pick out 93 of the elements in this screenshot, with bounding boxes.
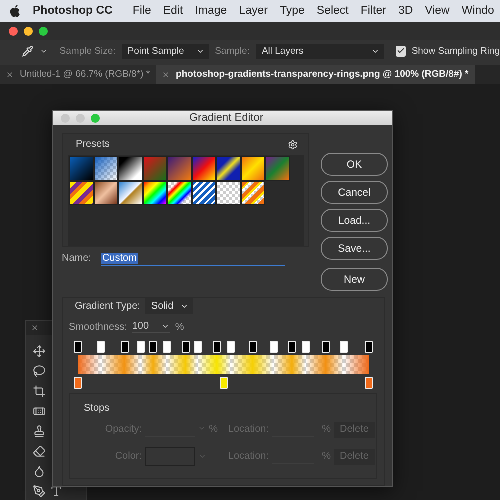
gradient-swatch[interactable]: [94, 156, 118, 180]
opacity-stop[interactable]: [213, 341, 222, 353]
gradient-swatch[interactable]: [216, 156, 240, 180]
gradient-type-select[interactable]: Solid: [145, 298, 193, 314]
opacity-stop[interactable]: [340, 341, 348, 353]
opacity-stop[interactable]: [322, 341, 330, 353]
sample-label: Sample:: [215, 46, 250, 56]
opacity-stop[interactable]: [97, 341, 106, 353]
document-tab[interactable]: Untitled-1 @ 66.7% (RGB/8*) *: [0, 65, 156, 84]
dialog-button[interactable]: Load...: [321, 209, 388, 232]
gradient-swatch[interactable]: [240, 156, 265, 180]
gradient-swatch[interactable]: [142, 180, 167, 205]
gradient-swatch[interactable]: [167, 156, 192, 180]
smoothness-input[interactable]: 100: [132, 321, 170, 333]
text-tool-icon[interactable]: [50, 485, 63, 498]
color-stop[interactable]: [365, 377, 373, 389]
crop-tool-icon[interactable]: [33, 385, 46, 398]
gradient-swatch[interactable]: [192, 180, 216, 205]
percent-label: %: [321, 451, 331, 462]
opacity-stop[interactable]: [194, 341, 202, 353]
gradient-swatch[interactable]: [240, 180, 265, 205]
apple-icon[interactable]: [10, 4, 21, 18]
dialog-button[interactable]: Save...: [321, 237, 388, 260]
sample-size-select[interactable]: Point Sample: [122, 44, 210, 58]
percent-label: %: [209, 424, 218, 435]
close-window-button[interactable]: [9, 26, 18, 36]
dialog-button[interactable]: OK: [321, 153, 388, 176]
gradient-swatch[interactable]: [118, 156, 142, 180]
opacity-stop[interactable]: [163, 341, 172, 353]
move-tool-icon[interactable]: [33, 345, 46, 358]
menu-item[interactable]: Layer: [239, 5, 268, 17]
gradient-swatch[interactable]: [142, 156, 167, 180]
droplet-tool-icon[interactable]: [33, 465, 46, 478]
menu-item[interactable]: Image: [195, 5, 228, 17]
smoothness-label: Smoothness:: [69, 322, 128, 332]
color-stop[interactable]: [74, 377, 82, 389]
gradient-swatch[interactable]: [167, 180, 192, 205]
pen-tool-icon[interactable]: [33, 485, 46, 498]
sampling-ring-checkbox[interactable]: [396, 46, 406, 56]
menu-item[interactable]: Filter: [360, 5, 386, 17]
gradient-swatch[interactable]: [216, 180, 240, 205]
opacity-stop[interactable]: [365, 341, 373, 353]
new-button[interactable]: New: [321, 268, 388, 291]
opacity-stop[interactable]: [248, 341, 257, 353]
close-icon[interactable]: [162, 70, 170, 78]
gradient-swatch[interactable]: [69, 180, 94, 205]
opacity-stop[interactable]: [288, 341, 296, 353]
eyedropper-icon[interactable]: [22, 44, 34, 58]
opacity-stop[interactable]: [136, 341, 145, 353]
gradient-type-label: Gradient Type:: [75, 300, 140, 312]
app-menu[interactable]: Photoshop CC: [33, 5, 113, 17]
document-tab[interactable]: photoshop-gradients-transparency-rings.png @ 100% (RGB/8#) *: [156, 65, 475, 84]
menu-item[interactable]: View: [425, 5, 450, 17]
opacity-stop[interactable]: [270, 341, 278, 353]
menu-item[interactable]: Windo: [462, 5, 494, 17]
dialog-title: Gradient Editor: [190, 112, 264, 124]
percent-label: %: [321, 424, 331, 435]
percent-label: %: [175, 322, 184, 332]
menu-item[interactable]: Select: [316, 5, 349, 17]
menu-item[interactable]: 3D: [398, 5, 414, 17]
name-input[interactable]: Custom: [101, 251, 286, 266]
sample-size-label: Sample Size:: [60, 46, 116, 56]
opacity-stop[interactable]: [182, 341, 190, 353]
bandage-tool-icon[interactable]: [33, 405, 46, 418]
opacity-stop[interactable]: [302, 341, 310, 353]
opacity-stop[interactable]: [120, 341, 129, 353]
caret-icon: [161, 322, 170, 331]
eraser-tool-icon[interactable]: [33, 445, 46, 458]
gradient-swatch[interactable]: [69, 156, 94, 180]
stamp-tool-icon[interactable]: [33, 425, 46, 438]
gradient-swatch[interactable]: [192, 156, 216, 180]
opacity-stop[interactable]: [149, 341, 158, 353]
dialog-button[interactable]: Cancel: [321, 181, 388, 204]
menu-item[interactable]: Edit: [163, 5, 184, 17]
close-icon[interactable]: [6, 70, 14, 78]
gradient-swatch[interactable]: [94, 180, 118, 205]
settings-icon[interactable]: [288, 140, 298, 150]
menu-item[interactable]: Type: [280, 5, 305, 17]
color-stop[interactable]: [220, 377, 228, 389]
close-icon[interactable]: [31, 324, 39, 332]
minimize-window-button[interactable]: [24, 26, 33, 36]
opacity-stop[interactable]: [227, 341, 236, 353]
name-label: Name:: [62, 253, 92, 264]
stops-label: Stops: [84, 403, 110, 414]
presets-label: Presets: [76, 139, 110, 150]
opacity-stop[interactable]: [74, 341, 82, 353]
sample-select[interactable]: All Layers: [256, 44, 384, 58]
menu-item[interactable]: File: [132, 5, 152, 17]
gradient-swatch[interactable]: [118, 180, 142, 205]
gradient-swatch[interactable]: [265, 156, 290, 180]
lasso-tool-icon[interactable]: [33, 365, 46, 378]
zoom-window-button[interactable]: [39, 26, 48, 36]
sampling-ring-label: Show Sampling Ring: [412, 46, 500, 56]
